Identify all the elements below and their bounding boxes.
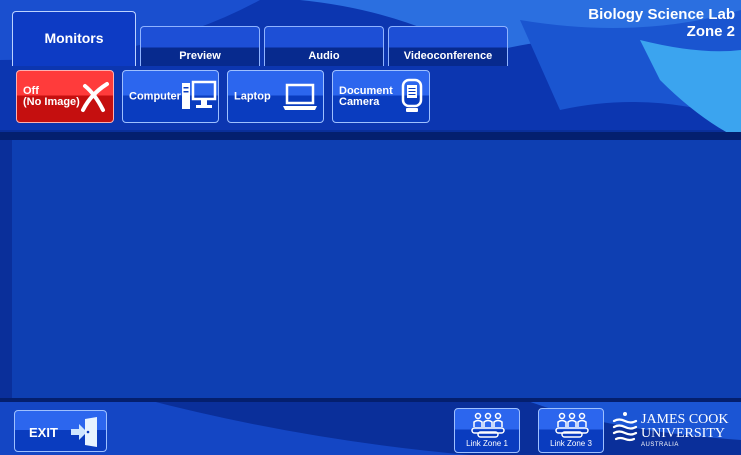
link-zone-1-label: Link Zone 1 [466, 439, 508, 448]
room-name: Biology Science Lab [588, 6, 735, 23]
tab-monitors-label: Monitors [44, 30, 104, 46]
link-zone-3-button[interactable]: Link Zone 3 [538, 408, 604, 453]
tab-videoconference[interactable]: Videoconference [388, 26, 508, 66]
tab-videoconference-label: Videoconference [403, 50, 493, 62]
main-content-area [12, 140, 741, 398]
logo-line-3: AUSTRALIA [641, 442, 679, 448]
source-computer-label: Computer [129, 90, 181, 102]
source-laptop-label: Laptop [234, 90, 271, 102]
source-off-button[interactable]: Off (No Image) [16, 70, 114, 123]
university-crest-icon [612, 412, 638, 442]
document-camera-icon [401, 78, 423, 112]
tab-preview[interactable]: Preview [140, 26, 260, 66]
university-logo: JAMES COOK UNIVERSITY AUSTRALIA [610, 408, 738, 453]
linked-people-icon [555, 412, 589, 438]
laptop-icon [283, 83, 317, 110]
logo-line-2: UNIVERSITY [641, 426, 725, 441]
zone-name: Zone 2 [686, 23, 735, 40]
tab-audio[interactable]: Audio [264, 26, 384, 66]
source-off-label: Off (No Image) [23, 84, 80, 108]
link-zone-3-label: Link Zone 3 [550, 439, 592, 448]
source-document-camera-label: Document Camera [339, 84, 393, 108]
tab-audio-label: Audio [308, 50, 340, 62]
linked-people-icon [471, 412, 505, 438]
exit-door-icon [71, 417, 97, 447]
source-document-camera-button[interactable]: Document Camera [332, 70, 430, 123]
exit-label: EXIT [29, 425, 58, 440]
logo-line-1: JAMES COOK [641, 412, 729, 427]
tab-monitors[interactable]: Monitors [12, 11, 136, 66]
tab-preview-label: Preview [179, 50, 221, 62]
desktop-computer-icon [182, 80, 217, 109]
room-title: Biology Science Lab Zone 2 [588, 6, 735, 40]
close-x-icon [81, 82, 109, 112]
link-zone-1-button[interactable]: Link Zone 1 [454, 408, 520, 453]
source-laptop-button[interactable]: Laptop [227, 70, 324, 123]
source-computer-button[interactable]: Computer [122, 70, 219, 123]
exit-button[interactable]: EXIT [14, 410, 107, 452]
